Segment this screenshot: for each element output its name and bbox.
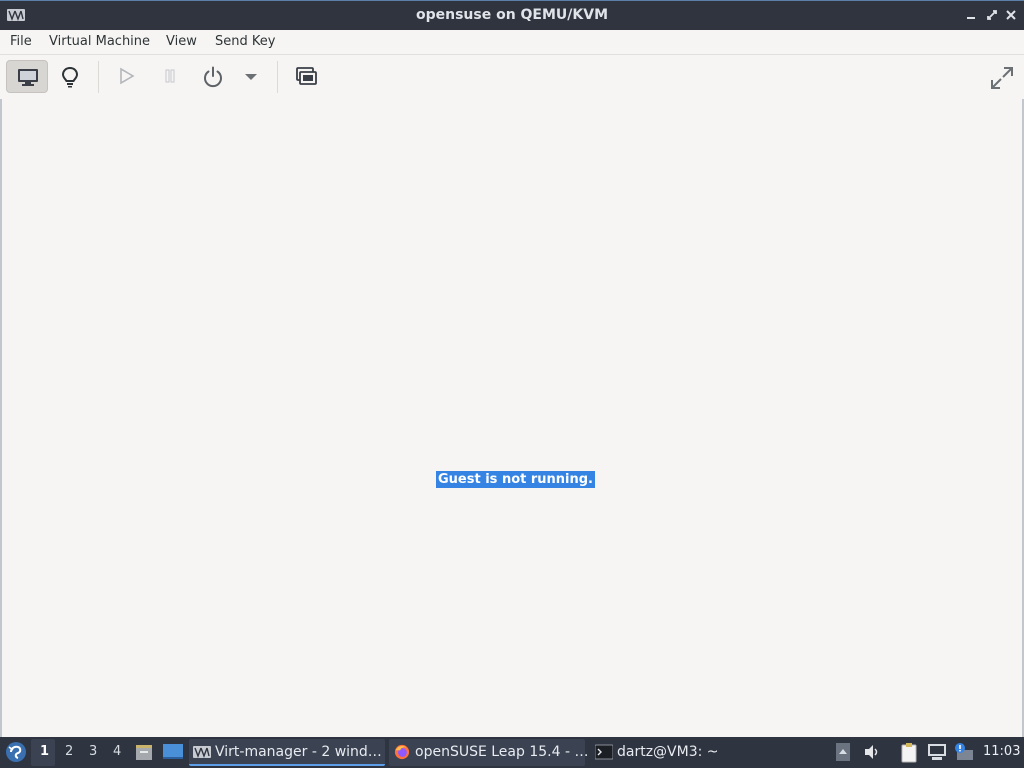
clock[interactable]: 11:03 bbox=[983, 744, 1020, 759]
virt-manager-icon bbox=[193, 746, 211, 758]
console-area[interactable]: Guest is not running. bbox=[0, 99, 1024, 737]
menu-virtual-machine[interactable]: Virtual Machine bbox=[49, 34, 150, 49]
toolbar-separator bbox=[98, 61, 99, 93]
menubar: File Virtual Machine View Send Key bbox=[0, 30, 1024, 55]
lightbulb-icon bbox=[61, 66, 79, 88]
task-terminal[interactable]: dartz@VM3: ~ bbox=[591, 739, 751, 766]
notification-icon[interactable] bbox=[953, 742, 975, 762]
show-desktop-icon[interactable] bbox=[162, 742, 184, 762]
workspace-2[interactable]: 2 bbox=[65, 744, 73, 759]
window-titlebar[interactable]: opensuse on QEMU/KVM bbox=[0, 0, 1024, 30]
play-icon bbox=[120, 67, 135, 85]
monitor-icon bbox=[18, 69, 38, 86]
task-label: dartz@VM3: ~ bbox=[617, 744, 719, 760]
fullscreen-button[interactable] bbox=[980, 60, 1022, 93]
scroll-up-icon[interactable] bbox=[835, 742, 851, 762]
shutdown-menu-button[interactable] bbox=[234, 60, 268, 93]
console-view-button[interactable] bbox=[6, 60, 48, 93]
start-menu-icon[interactable] bbox=[5, 741, 27, 763]
toolbar-separator bbox=[277, 61, 278, 93]
power-icon bbox=[204, 66, 222, 88]
maximize-icon[interactable] bbox=[985, 8, 999, 22]
minimize-icon[interactable] bbox=[964, 8, 978, 22]
firefox-icon bbox=[394, 744, 410, 760]
terminal-icon bbox=[595, 744, 613, 760]
clipboard-icon[interactable] bbox=[899, 742, 919, 764]
volume-icon[interactable] bbox=[862, 742, 882, 762]
snapshot-icon bbox=[296, 67, 317, 85]
workspace-3[interactable]: 3 bbox=[89, 744, 97, 759]
window-title: opensuse on QEMU/KVM bbox=[415, 7, 609, 23]
workspace-1[interactable]: 1 bbox=[40, 744, 49, 759]
toolbar bbox=[0, 55, 1024, 99]
pause-button[interactable] bbox=[149, 60, 191, 93]
task-label: Virt-manager - 2 wind… bbox=[215, 744, 382, 760]
details-view-button[interactable] bbox=[49, 60, 91, 93]
fullscreen-icon bbox=[991, 67, 1013, 89]
task-label: openSUSE Leap 15.4 - … bbox=[415, 744, 589, 760]
snapshots-button[interactable] bbox=[285, 60, 327, 93]
close-icon[interactable] bbox=[1004, 8, 1018, 22]
file-manager-icon[interactable] bbox=[134, 742, 154, 762]
network-icon[interactable] bbox=[926, 742, 948, 762]
task-virt-manager[interactable]: Virt-manager - 2 wind… bbox=[189, 739, 385, 766]
chevron-down-icon bbox=[245, 74, 257, 80]
menu-file[interactable]: File bbox=[10, 34, 32, 49]
workspace-4[interactable]: 4 bbox=[113, 744, 121, 759]
menu-send-key[interactable]: Send Key bbox=[215, 34, 275, 49]
menu-view[interactable]: View bbox=[166, 34, 197, 49]
run-button[interactable] bbox=[105, 60, 147, 93]
task-firefox[interactable]: openSUSE Leap 15.4 - … bbox=[389, 739, 589, 766]
taskbar: 1 2 3 4 Virt-manager - 2 wind… openSUSE … bbox=[0, 737, 1024, 768]
pause-icon bbox=[165, 69, 175, 83]
shutdown-button[interactable] bbox=[192, 60, 234, 93]
guest-status-message: Guest is not running. bbox=[436, 471, 595, 488]
